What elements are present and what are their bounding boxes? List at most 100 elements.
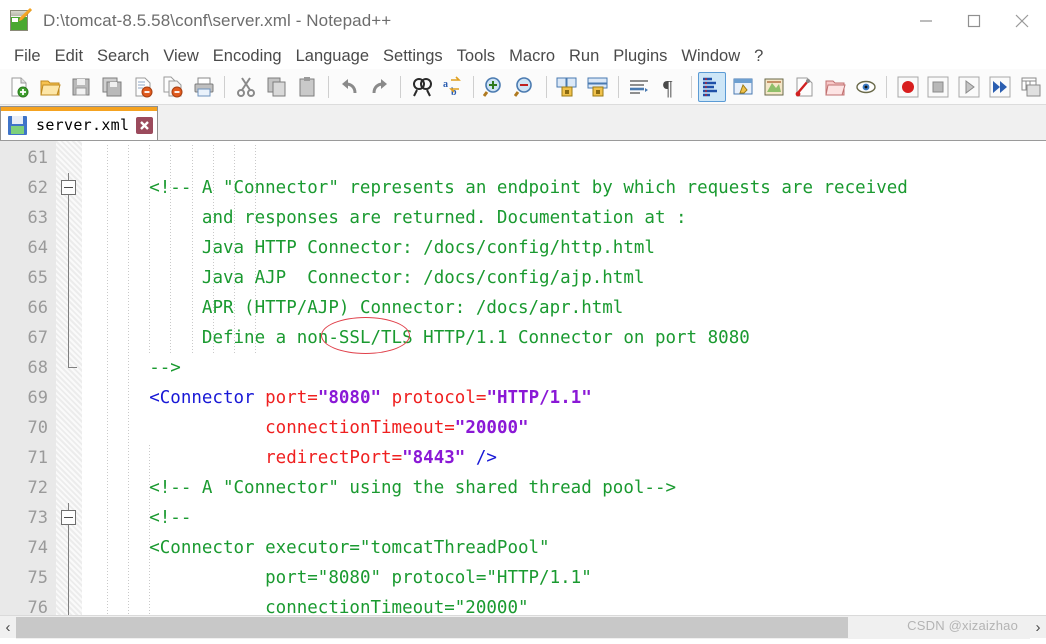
menu-item-file[interactable]: File: [7, 43, 48, 69]
sync-vertical-scroll-icon[interactable]: [553, 72, 582, 102]
tab-server-xml[interactable]: server.xml: [0, 106, 159, 140]
code-line[interactable]: redirectPort="8443" />: [82, 443, 1046, 473]
menu-item-language[interactable]: Language: [289, 43, 376, 69]
fold-cell[interactable]: [56, 503, 82, 533]
minimize-button[interactable]: [902, 0, 950, 42]
zoom-out-icon[interactable]: [511, 72, 540, 102]
code-line[interactable]: <!-- A "Connector" using the shared thre…: [82, 473, 1046, 503]
code-line[interactable]: Java HTTP Connector: /docs/config/http.h…: [82, 233, 1046, 263]
menu-bar: File Edit Search View Encoding Language …: [0, 42, 1046, 69]
paste-icon[interactable]: [293, 72, 322, 102]
sync-horizontal-scroll-icon[interactable]: [583, 72, 612, 102]
fold-cell: [56, 293, 82, 323]
code-line[interactable]: <Connector port="8080" protocol="HTTP/1.…: [82, 383, 1046, 413]
code-line[interactable]: Define a non-SSL/TLS HTTP/1.1 Connector …: [82, 323, 1046, 353]
scroll-right-icon[interactable]: ›: [1030, 616, 1046, 639]
user-defined-dialog-icon[interactable]: [728, 72, 757, 102]
redo-icon[interactable]: [366, 72, 395, 102]
zoom-in-icon[interactable]: [480, 72, 509, 102]
show-all-characters-icon[interactable]: ¶: [656, 72, 685, 102]
close-all-files-icon[interactable]: [159, 72, 188, 102]
menu-item-settings[interactable]: Settings: [376, 43, 450, 69]
title-bar: D:\tomcat-8.5.58\conf\server.xml - Notep…: [0, 0, 1046, 42]
editor-area[interactable]: 6162636465666768697071727374757677787980…: [0, 141, 1046, 615]
cut-icon[interactable]: [231, 72, 260, 102]
code-line[interactable]: -->: [82, 353, 1046, 383]
save-all-icon[interactable]: [97, 72, 126, 102]
fold-cell: [56, 593, 82, 615]
menu-item-macro[interactable]: Macro: [502, 43, 562, 69]
indent-guide-icon[interactable]: [697, 71, 727, 102]
fold-collapse-icon[interactable]: [61, 510, 76, 525]
code-line[interactable]: connectionTimeout="20000": [82, 413, 1046, 443]
menu-item-plugins[interactable]: Plugins: [606, 43, 674, 69]
fold-collapse-icon[interactable]: [61, 180, 76, 195]
horizontal-scrollbar[interactable]: ‹ › CSDN @xizaizhao: [0, 615, 1046, 639]
toolbar-separator: [400, 75, 402, 98]
menu-item-encoding[interactable]: Encoding: [206, 43, 289, 69]
macro-play-multiple-icon[interactable]: [986, 72, 1015, 102]
document-map-icon[interactable]: [759, 72, 788, 102]
macro-record-icon[interactable]: [893, 72, 922, 102]
open-file-icon[interactable]: [36, 72, 65, 102]
toolbar-separator: [472, 75, 474, 98]
toolbar-separator: [618, 75, 620, 98]
new-file-icon[interactable]: [5, 72, 34, 102]
find-icon[interactable]: [407, 72, 436, 102]
menu-item-edit[interactable]: Edit: [48, 43, 90, 69]
save-icon[interactable]: [67, 72, 96, 102]
monitoring-icon[interactable]: [852, 72, 881, 102]
copy-icon[interactable]: [262, 72, 291, 102]
token-com: -->: [149, 358, 181, 378]
token-val: "HTTP/1.1": [486, 388, 592, 408]
macro-play-icon[interactable]: [955, 72, 984, 102]
token-eq: =: [391, 448, 403, 468]
word-wrap-icon[interactable]: [625, 72, 654, 102]
code-line[interactable]: <Connector executor="tomcatThreadPool": [82, 533, 1046, 563]
notepad-plus-plus-icon: [9, 8, 33, 33]
code-line[interactable]: connectionTimeout="20000": [82, 593, 1046, 615]
code-line[interactable]: APR (HTTP/AJP) Connector: /docs/apr.html: [82, 293, 1046, 323]
menu-item-window[interactable]: Window: [674, 43, 747, 69]
window-title: D:\tomcat-8.5.58\conf\server.xml - Notep…: [43, 11, 392, 30]
code-area[interactable]: <!-- A "Connector" represents an endpoin…: [82, 141, 1046, 615]
function-list-icon[interactable]: [790, 72, 819, 102]
menu-item-tools[interactable]: Tools: [450, 43, 503, 69]
code-line[interactable]: port="8080" protocol="HTTP/1.1": [82, 563, 1046, 593]
menu-item-view[interactable]: View: [156, 43, 205, 69]
close-button[interactable]: [998, 0, 1046, 42]
macro-save-icon[interactable]: [1016, 72, 1045, 102]
fold-cell[interactable]: [56, 173, 82, 203]
tab-close-icon[interactable]: [136, 116, 154, 134]
scrollbar-thumb[interactable]: [16, 616, 848, 638]
scrollbar-track[interactable]: [16, 615, 1030, 639]
menu-item-search[interactable]: Search: [90, 43, 156, 69]
undo-icon[interactable]: [335, 72, 364, 102]
code-line[interactable]: <!-- A "Connector" represents an endpoin…: [82, 173, 1046, 203]
line-number: 61: [27, 148, 48, 168]
macro-stop-icon[interactable]: [924, 72, 953, 102]
print-icon[interactable]: [190, 72, 219, 102]
line-number: 74: [27, 538, 48, 558]
tab-active-accent: [1, 107, 158, 111]
close-file-icon[interactable]: [128, 72, 157, 102]
replace-icon[interactable]: ab: [438, 72, 467, 102]
code-line[interactable]: and responses are returned. Documentatio…: [82, 203, 1046, 233]
code-line[interactable]: [82, 143, 1046, 173]
code-line[interactable]: <!--: [82, 503, 1046, 533]
line-number: 66: [27, 298, 48, 318]
fold-cell: [56, 323, 82, 353]
folder-as-workspace-icon[interactable]: [821, 72, 850, 102]
menu-item-help[interactable]: ?: [747, 43, 770, 69]
maximize-button[interactable]: [950, 0, 998, 42]
code-line[interactable]: Java AJP Connector: /docs/config/ajp.htm…: [82, 263, 1046, 293]
line-number: 72: [27, 478, 48, 498]
menu-item-run[interactable]: Run: [562, 43, 606, 69]
fold-margin[interactable]: [56, 141, 82, 615]
scroll-left-icon[interactable]: ‹: [0, 616, 16, 639]
